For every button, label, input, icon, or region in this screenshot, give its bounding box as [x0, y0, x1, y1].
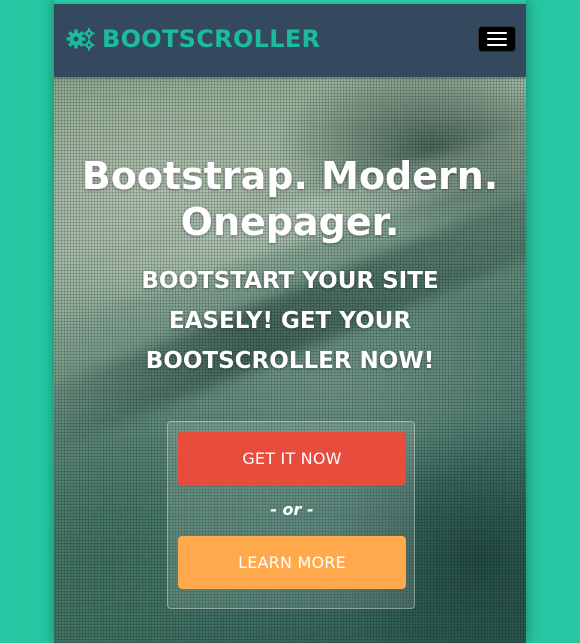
hero-headline: Bootstrap. Modern. Onepager. — [81, 154, 499, 244]
menu-toggle-button[interactable] — [478, 26, 516, 52]
hero-section: Bootstrap. Modern. Onepager. BOOTSTART Y… — [54, 77, 526, 643]
hamburger-menu-icon — [487, 32, 507, 34]
learn-more-button[interactable]: LEARN MORE — [178, 536, 406, 589]
browser-viewport: BOOTSCROLLER Bootstrap. Modern. Onepager… — [0, 0, 580, 643]
or-separator: - or - — [270, 500, 314, 519]
brand-link[interactable]: BOOTSCROLLER — [66, 25, 320, 53]
cta-panel: GET IT NOW - or - LEARN MORE — [167, 421, 415, 609]
get-it-now-button[interactable]: GET IT NOW — [178, 432, 406, 485]
hero-subheadline: BOOTSTART YOUR SITE EASELY! GET YOUR BOO… — [141, 268, 439, 374]
page-container: BOOTSCROLLER Bootstrap. Modern. Onepager… — [54, 0, 526, 643]
brand-text: BOOTSCROLLER — [102, 25, 321, 53]
navbar: BOOTSCROLLER — [54, 4, 526, 77]
gears-icon — [66, 28, 95, 51]
